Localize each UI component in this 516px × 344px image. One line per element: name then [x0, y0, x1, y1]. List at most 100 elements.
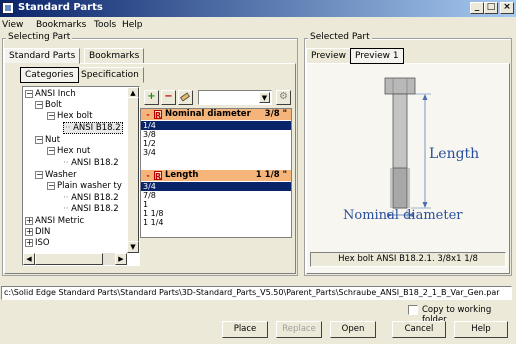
copy-to-working-folder-checkbox[interactable] [408, 305, 418, 315]
menu-help[interactable]: Help [122, 20, 143, 30]
param-header-length[interactable]: - R Length 1 1/8 " [141, 170, 291, 181]
tab-standard-parts[interactable]: Standard Parts [4, 48, 81, 64]
list-item[interactable]: 1 [141, 200, 291, 209]
chevron-down-icon[interactable]: ▼ [259, 92, 270, 103]
eraser-icon[interactable] [178, 90, 193, 105]
expander[interactable]: − [47, 111, 55, 120]
title-bar[interactable]: Standard Parts _ □ × [0, 0, 516, 17]
param-minus[interactable]: - [144, 171, 152, 180]
tree-item-label: Hex nut [57, 146, 91, 156]
tree-item-label: ANSI B18.2 [71, 158, 119, 168]
part-path-field[interactable]: c:\Solid Edge Standard Parts\Standard Pa… [1, 286, 512, 300]
tree-item[interactable]: − Nut [35, 135, 60, 145]
replace-button[interactable]: Replace [276, 321, 322, 338]
parameter-list[interactable]: - R Nominal diameter 3/8 " 1/4 3/8 1/2 3… [140, 108, 292, 238]
tree-item-label: ISO [35, 238, 50, 248]
expander[interactable]: − [35, 100, 43, 109]
add-icon[interactable]: + [144, 90, 159, 105]
scroll-down-arrow-icon[interactable]: ▼ [127, 241, 139, 253]
list-item[interactable]: 3/4 [141, 182, 291, 191]
standard-parts-window: Standard Parts _ □ × View Bookmarks Tool… [0, 0, 516, 344]
tree-item[interactable]: + ANSI Metric [25, 216, 84, 226]
expander[interactable]: − [47, 181, 55, 190]
list-item[interactable]: 1 1/4 [141, 218, 291, 227]
expander[interactable]: − [35, 170, 43, 179]
hscroll-thumb[interactable] [35, 253, 103, 265]
maximize-button[interactable]: □ [484, 2, 498, 14]
scroll-thumb[interactable] [127, 97, 139, 247]
tree-item[interactable]: + ISO [25, 238, 50, 248]
param-name: Length [165, 170, 199, 180]
list-item[interactable]: 3/4 [141, 148, 291, 157]
tab-preview[interactable]: Preview [306, 48, 352, 64]
menu-bookmarks[interactable]: Bookmarks [36, 20, 86, 30]
tree-connector: ·· [65, 123, 74, 133]
tab-preview-1[interactable]: Preview 1 [350, 48, 404, 64]
scroll-right-arrow-icon[interactable]: ▶ [115, 253, 127, 265]
scroll-left-arrow-icon[interactable]: ◀ [23, 253, 35, 265]
expander[interactable]: − [25, 89, 33, 98]
tree-item-selected[interactable]: ·· ANSI B18.2 [63, 122, 123, 134]
tree-item-label: Nut [45, 135, 61, 145]
list-item[interactable]: 1 1/8 [141, 209, 291, 218]
app-icon [2, 2, 14, 14]
list-item[interactable]: 1/4 [141, 121, 291, 130]
menu-view[interactable]: View [2, 20, 23, 30]
tree-item[interactable]: + DIN [25, 227, 50, 237]
category-tree[interactable]: − ANSI Inch − Bolt − Hex bolt ·· ANSI B18.2… [22, 86, 140, 266]
param-minus[interactable]: - [144, 110, 152, 119]
expander[interactable]: + [25, 216, 33, 225]
tree-item[interactable]: − Plain washer ty [47, 181, 122, 191]
param-value: 1 1/8 " [255, 170, 287, 180]
tree-item[interactable]: − Washer [35, 170, 77, 180]
expander[interactable]: − [35, 135, 43, 144]
expander[interactable]: + [25, 238, 33, 247]
tree-item[interactable]: ·· ANSI B18.2 [63, 193, 119, 203]
remove-icon[interactable]: − [161, 90, 176, 105]
help-button[interactable]: Help [454, 321, 508, 338]
tab-specification[interactable]: Specification [76, 67, 144, 83]
minimize-button[interactable]: _ [470, 2, 484, 14]
param-r-toggle[interactable]: R [154, 171, 162, 181]
place-button[interactable]: Place [222, 321, 268, 338]
tree-hscrollbar[interactable]: ◀ ▶ [23, 253, 127, 265]
cancel-button[interactable]: Cancel [392, 321, 446, 338]
selecting-part-legend: Selecting Part [6, 32, 73, 42]
tree-item-label: ANSI Metric [35, 216, 85, 226]
tab-bookmarks[interactable]: Bookmarks [84, 48, 145, 64]
length-label: Length [429, 146, 480, 162]
tree-item-label: Washer [45, 170, 77, 180]
tree-item[interactable]: − Bolt [35, 100, 62, 110]
param-r-toggle[interactable]: R [154, 110, 162, 120]
list-item[interactable]: 7/8 [141, 191, 291, 200]
filter-combobox[interactable]: ▼ [198, 90, 272, 105]
tree-vscrollbar[interactable]: ▲ ▼ [127, 87, 139, 253]
param-header-nominal-diameter[interactable]: - R Nominal diameter 3/8 " [141, 109, 291, 120]
list-item[interactable]: 1/2 [141, 139, 291, 148]
settings-icon[interactable]: ⚙ [276, 90, 291, 105]
tree-item[interactable]: ·· ANSI B18.2 [63, 158, 119, 168]
tree-item-label: ANSI B18.2 [71, 193, 119, 203]
tree-connector: ·· [63, 158, 72, 168]
tree-item[interactable]: − ANSI Inch [25, 89, 76, 99]
tree-item-label: ANSI B18.2 [71, 204, 119, 214]
selected-part-caption: Hex bolt ANSI B18.2.1. 3/8x1 1/8 [310, 252, 506, 267]
open-button[interactable]: Open [330, 321, 376, 338]
close-button[interactable]: × [500, 2, 514, 14]
tree-item[interactable]: ·· ANSI B18.2 [63, 204, 119, 214]
menu-tools[interactable]: Tools [94, 20, 116, 30]
tree-item[interactable]: − Hex bolt [47, 111, 93, 121]
selected-part-legend: Selected Part [308, 32, 372, 42]
expander[interactable]: − [47, 146, 55, 155]
list-item[interactable]: 3/8 [141, 130, 291, 139]
expander[interactable]: + [25, 227, 33, 236]
tree-item-label: Plain washer ty [57, 181, 122, 191]
tree-item[interactable]: − Hex nut [47, 146, 90, 156]
nominal-diameter-label: Nominal diameter [343, 208, 463, 223]
param-value: 3/8 " [264, 109, 287, 119]
tab-categories[interactable]: Categories [20, 67, 79, 83]
tree-item-label: Bolt [45, 100, 62, 110]
tree-connector: ·· [63, 193, 72, 203]
param-name: Nominal diameter [165, 109, 251, 119]
menu-bar: View Bookmarks Tools Help [0, 18, 516, 32]
